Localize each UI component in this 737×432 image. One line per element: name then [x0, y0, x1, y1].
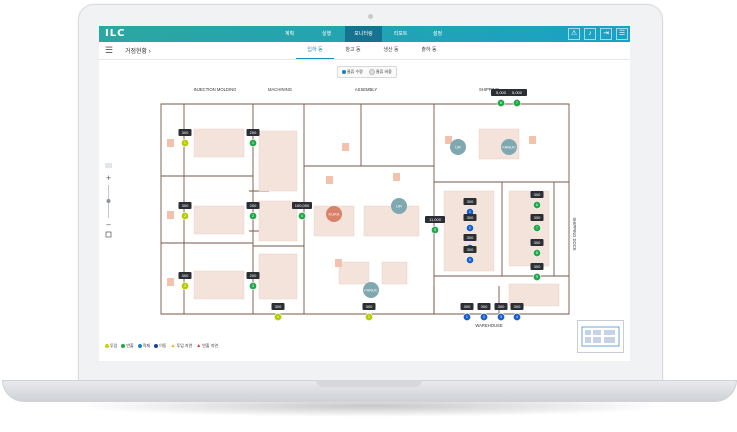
legend-dot-icon — [137, 343, 142, 348]
station-number: 1 — [252, 141, 254, 145]
warning-triangle-icon: ▲ — [196, 343, 202, 349]
quantity-value: 200 — [250, 203, 257, 208]
equipment-blocks — [193, 128, 560, 307]
zone-label-assembly: ASSEMBLY — [355, 87, 377, 92]
quantity-value: 300 — [467, 199, 474, 204]
legend-dot-icon — [105, 343, 109, 348]
zoom-slider-thumb[interactable] — [106, 199, 111, 203]
quantity-value: 300 — [366, 304, 373, 309]
zoom-out-icon[interactable]: − — [106, 221, 112, 229]
factory-floor-plan[interactable]: UR FANUC KUKA UR FANUC INJECTION MOLDING… — [99, 26, 630, 361]
station-number: 2 — [483, 315, 485, 319]
minimap[interactable] — [577, 320, 624, 353]
quantity-value: 200 — [250, 130, 257, 135]
zoom-handle-top[interactable] — [105, 163, 112, 168]
robot-label: UR — [396, 204, 402, 209]
quantity-value: 300 — [534, 192, 541, 197]
legend-item: 반출 — [121, 343, 134, 349]
minimap-blocks — [585, 330, 615, 343]
station-number: 3 — [252, 284, 254, 288]
legend-item: 이동 — [154, 343, 167, 349]
warning-triangle-icon: ▲ — [170, 343, 176, 349]
station-number: 4 — [516, 315, 518, 319]
zoom-control: + − — [105, 163, 112, 238]
quantity-value: 300 — [481, 304, 488, 309]
legend-item: 투입 — [105, 343, 117, 349]
legend-label: 투입 — [110, 343, 118, 348]
zone-label-warehouse: WAREHOUSE — [475, 323, 503, 328]
legend-label: 이동 — [159, 343, 167, 348]
quantity-value: 300 — [467, 247, 474, 252]
camera-dot — [368, 14, 373, 19]
quantity-value: 200 — [250, 273, 257, 278]
station-number: 5 — [469, 258, 471, 262]
station-number: 8 — [536, 251, 538, 255]
quantity-value: 300 — [275, 304, 282, 309]
quantity-value: 300 — [534, 240, 541, 245]
station-number: 2 — [184, 214, 186, 218]
station-number: 5 — [434, 228, 436, 232]
minimap-viewport[interactable] — [581, 326, 620, 347]
robot-label: FANUC — [364, 288, 378, 293]
station-number: 1 — [469, 210, 471, 214]
legend-label: 반출 지연 — [202, 343, 219, 348]
quantity-value: 300 — [534, 264, 541, 269]
station-number: 7 — [536, 226, 538, 230]
quantity-value: 5,000 — [512, 90, 523, 95]
legend-item: ▲반출 지연 — [196, 343, 218, 349]
legend-dot-icon — [121, 343, 126, 348]
quantity-value: 5,000 — [496, 90, 507, 95]
quantity-value: 11,000 — [429, 217, 442, 222]
station-number: 9 — [536, 275, 538, 279]
legend-label: 투입 지연 — [176, 343, 193, 348]
quantity-value: 300 — [534, 215, 541, 220]
fit-screen-icon[interactable] — [105, 231, 112, 238]
station-number: 7 — [516, 101, 518, 105]
zone-label-machining: MACHINING — [268, 87, 292, 92]
station-number: 2 — [469, 226, 471, 230]
station-number: 4 — [277, 315, 279, 319]
station-number: 2 — [252, 214, 254, 218]
zoom-in-icon[interactable]: + — [106, 174, 112, 182]
legend-dot-icon — [154, 343, 159, 348]
station-number: 1 — [184, 141, 186, 145]
quantity-value: 300 — [464, 304, 471, 309]
station-number: 2 — [368, 315, 370, 319]
station-number: 3 — [500, 315, 502, 319]
zone-label-shipping-dock: SHIPPING DOCK — [572, 217, 577, 250]
legend-label: 적재 — [142, 343, 151, 348]
quantity-value: 300 — [182, 130, 189, 135]
quantity-value: 300 — [498, 304, 505, 309]
quantity-value: 300 — [514, 304, 521, 309]
zone-label-injection: INJECTION MOLDING — [194, 87, 237, 92]
station-number: 6 — [500, 101, 502, 105]
station-number: 3 — [184, 284, 186, 288]
app-screen: ILC 계획 실행 모니터링 리포트 설정 ⚠ ♪ ⇥ ☰ ☰ 거점현황 › 입… — [99, 26, 630, 361]
quantity-value: 100,000 — [295, 203, 310, 208]
quantity-value: 300 — [467, 215, 474, 220]
robot-label: KUKA — [329, 212, 340, 217]
legend-item: ▲투입 지연 — [171, 343, 193, 349]
robot-label: FANUC — [502, 145, 516, 150]
quantity-value: 300 — [182, 273, 189, 278]
quantity-value: 300 — [467, 235, 474, 240]
laptop-notch — [316, 380, 422, 387]
legend-label: 반출 — [126, 343, 134, 348]
quantity-value: 300 — [182, 203, 189, 208]
robot-label: UR — [455, 145, 461, 150]
status-legend: 투입 반출 적재 이동 ▲투입 지연 ▲반출 지연 — [105, 343, 218, 349]
station-number: 4 — [301, 214, 303, 218]
station-number: 6 — [536, 203, 538, 207]
station-number: 1 — [466, 315, 468, 319]
legend-item: 적재 — [137, 343, 151, 349]
